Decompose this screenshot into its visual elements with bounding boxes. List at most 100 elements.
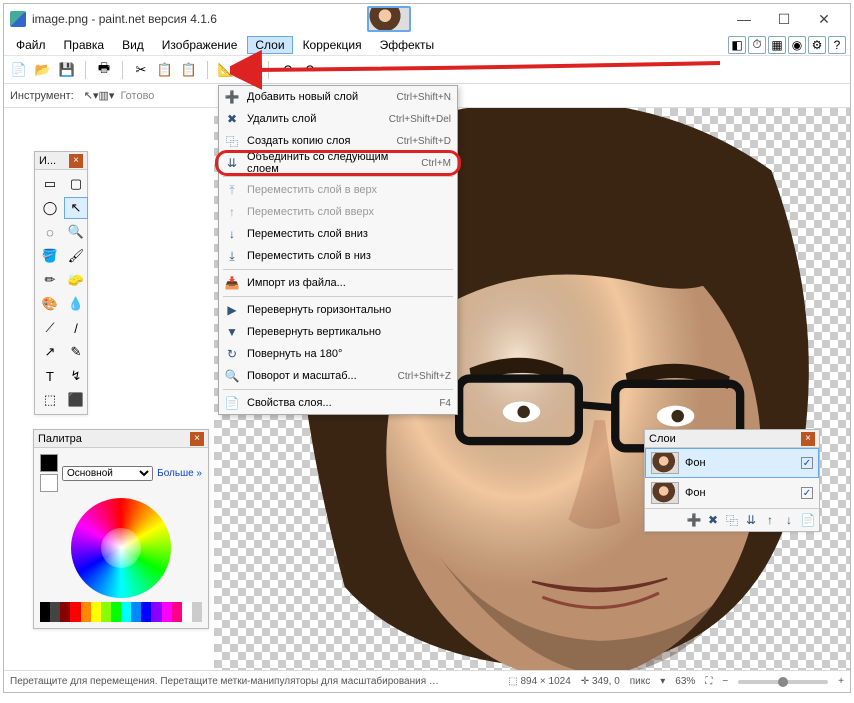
statusbar: Перетащите для перемещения. Перетащите м… — [4, 670, 850, 692]
layer-toolbar-button[interactable]: 📄 — [800, 512, 816, 528]
document-thumbnail[interactable] — [367, 6, 411, 32]
toolbar-button[interactable]: 📋 — [180, 61, 198, 79]
tool-option-icon[interactable]: ▾ — [109, 90, 115, 102]
tool-option-icon[interactable]: ↖ — [84, 90, 93, 102]
tool-option-icon[interactable]: ▥ — [99, 90, 109, 102]
toolbar-button[interactable]: 📄 — [10, 61, 28, 79]
palette-strip[interactable] — [40, 602, 202, 612]
toolbar-button[interactable]: 📂 — [34, 61, 52, 79]
palette-more-link[interactable]: Больше » — [157, 468, 202, 479]
close-button[interactable]: ✕ — [804, 5, 844, 33]
menu-правка[interactable]: Правка — [56, 36, 113, 54]
menu-item[interactable]: ➕Добавить новый слойCtrl+Shift+N — [219, 86, 457, 108]
menu-item[interactable]: ⇊Объединить со следующим слоемCtrl+M — [219, 152, 457, 174]
menu-item[interactable]: 📄Свойства слоя...F4 — [219, 392, 457, 414]
layer-visible-checkbox[interactable]: ✓ — [801, 487, 813, 499]
layer-toolbar-button[interactable]: ⿻ — [724, 512, 740, 528]
palette-close-icon[interactable]: × — [190, 432, 204, 446]
layer-row[interactable]: Фон✓ — [645, 478, 819, 508]
menu-item[interactable]: ⿻Создать копию слояCtrl+Shift+D — [219, 130, 457, 152]
toolbar-button[interactable]: 🖶 — [95, 61, 113, 79]
menu-коррекция[interactable]: Коррекция — [295, 36, 370, 54]
help-icon[interactable]: ? — [828, 36, 846, 54]
help-icon[interactable]: ◉ — [788, 36, 806, 54]
menu-item[interactable]: ⤓Переместить слой в низ — [219, 245, 457, 267]
layer-row[interactable]: Фон✓ — [645, 448, 819, 478]
tool-button[interactable]: ✏ — [38, 269, 62, 291]
menu-item-icon: ↻ — [223, 345, 241, 363]
menu-вид[interactable]: Вид — [114, 36, 152, 54]
menu-файл[interactable]: Файл — [8, 36, 54, 54]
zoom-in-icon[interactable]: + — [838, 676, 844, 687]
menu-item[interactable]: ↻Повернуть на 180° — [219, 343, 457, 365]
layer-toolbar-button[interactable]: ➕ — [686, 512, 702, 528]
tool-button[interactable]: 🖌 — [64, 245, 88, 267]
color-mode-select[interactable]: Основной — [62, 466, 153, 481]
tool-button[interactable]: 🔍 — [64, 221, 88, 243]
status-unit-chevron-icon[interactable]: ▾ — [660, 676, 665, 687]
tool-button[interactable]: ⟋ — [38, 317, 62, 339]
tool-label: Инструмент: — [10, 90, 74, 102]
menu-item-shortcut: Ctrl+M — [421, 158, 451, 169]
toolbar-button[interactable]: ↷ — [302, 61, 320, 79]
toolbar-button[interactable]: ✂ — [132, 61, 150, 79]
menu-item[interactable]: 📥Импорт из файла... — [219, 272, 457, 294]
tool-button[interactable]: ▢ — [64, 173, 88, 195]
menu-эффекты[interactable]: Эффекты — [372, 36, 443, 54]
menu-item-icon: ⤒ — [223, 181, 241, 199]
menu-item[interactable]: ↓Переместить слой вниз — [219, 223, 457, 245]
minimize-button[interactable]: — — [724, 5, 764, 33]
tool-button[interactable]: 💧 — [64, 293, 88, 315]
tool-button[interactable]: ✎ — [64, 341, 88, 363]
menu-item-label: Импорт из файла... — [247, 277, 445, 289]
maximize-button[interactable]: ☐ — [764, 5, 804, 33]
layer-toolbar-button[interactable]: ↓ — [781, 512, 797, 528]
tool-button[interactable]: ◯ — [38, 197, 62, 219]
layers-close-icon[interactable]: × — [801, 432, 815, 446]
zoom-fit-icon[interactable]: ⛶ — [705, 676, 712, 687]
primary-color-swatch[interactable] — [40, 454, 58, 472]
layer-toolbar-button[interactable]: ↑ — [762, 512, 778, 528]
tool-button[interactable]: ↗ — [38, 341, 62, 363]
tool-button[interactable]: ⬛ — [64, 389, 88, 411]
help-icon[interactable]: ◧ — [728, 36, 746, 54]
tool-button[interactable]: ↯ — [64, 365, 88, 387]
zoom-out-icon[interactable]: − — [722, 676, 728, 687]
menu-item-icon: ▼ — [223, 323, 241, 341]
toolbar-button[interactable]: ↶ — [278, 61, 296, 79]
status-hint: Перетащите для перемещения. Перетащите м… — [10, 676, 440, 687]
help-icon[interactable]: ⏱ — [748, 36, 766, 54]
menu-item[interactable]: ▶Перевернуть горизонтально — [219, 299, 457, 321]
tool-button[interactable]: ◌ — [38, 221, 62, 243]
tools-panel-close-icon[interactable]: × — [69, 154, 83, 168]
palette-title: Палитра — [38, 433, 190, 445]
tool-button[interactable]: ↖ — [64, 197, 88, 219]
tool-button[interactable]: 🎨 — [38, 293, 62, 315]
tool-button[interactable]: / — [64, 317, 88, 339]
color-wheel[interactable] — [71, 498, 171, 598]
menu-изображение[interactable]: Изображение — [154, 36, 246, 54]
tool-button[interactable]: T — [38, 365, 62, 387]
help-icon[interactable]: ⚙ — [808, 36, 826, 54]
menu-item-shortcut: Ctrl+Shift+Del — [389, 114, 451, 125]
layer-toolbar-button[interactable]: ⇊ — [743, 512, 759, 528]
toolbar-button[interactable]: 💾 — [58, 61, 76, 79]
help-icon[interactable]: ▦ — [768, 36, 786, 54]
tool-button[interactable]: 🧽 — [64, 269, 88, 291]
toolbar-button[interactable]: 📋 — [156, 61, 174, 79]
menu-item[interactable]: 🔍Поворот и масштаб...Ctrl+Shift+Z — [219, 365, 457, 387]
menu-слои[interactable]: Слои — [247, 36, 292, 54]
secondary-color-swatch[interactable] — [40, 474, 58, 492]
menu-item[interactable]: ▼Перевернуть вертикально — [219, 321, 457, 343]
zoom-slider[interactable] — [738, 680, 828, 684]
toolbar-button[interactable]: 📐 — [217, 61, 235, 79]
tool-button[interactable]: ▭ — [38, 173, 62, 195]
menu-item[interactable]: ✖Удалить слойCtrl+Shift+Del — [219, 108, 457, 130]
menu-item-icon: ▶ — [223, 301, 241, 319]
tool-button[interactable]: 🪣 — [38, 245, 62, 267]
layer-toolbar-button[interactable]: ✖ — [705, 512, 721, 528]
layer-visible-checkbox[interactable]: ✓ — [801, 457, 813, 469]
toolbar-button[interactable]: ▤ — [241, 61, 259, 79]
palette-strip-2[interactable] — [40, 612, 202, 622]
tool-button[interactable]: ⬚ — [38, 389, 62, 411]
